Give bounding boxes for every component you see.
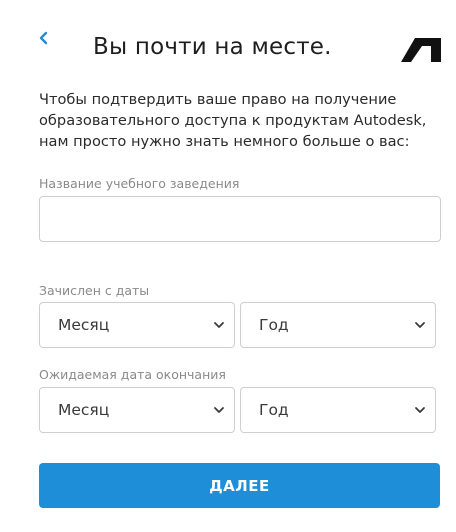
intro-text: Чтобы подтвердить ваше право на получени…: [39, 89, 439, 152]
chevron-down-icon: [415, 322, 425, 328]
chevron-down-icon: [214, 322, 224, 328]
back-button[interactable]: [35, 28, 55, 50]
enrolled-month-select[interactable]: Месяц: [39, 302, 235, 348]
graduation-month-value: Месяц: [58, 401, 110, 419]
chevron-left-icon: [39, 31, 48, 45]
enrolled-year-select[interactable]: Год: [240, 302, 436, 348]
chevron-down-icon: [214, 407, 224, 413]
intro-line: Чтобы подтвердить ваше право на получени…: [39, 91, 397, 108]
enrolled-date-label: Зачислен с даты: [39, 283, 150, 298]
intro-line: нам просто нужно знать немного больше о …: [39, 133, 410, 150]
next-button[interactable]: ДАЛЕЕ: [39, 463, 440, 508]
graduation-year-select[interactable]: Год: [240, 387, 436, 433]
page-title: Вы почти на месте.: [93, 34, 332, 60]
graduation-month-select[interactable]: Месяц: [39, 387, 235, 433]
graduation-date-label: Ожидаемая дата окончания: [39, 367, 226, 382]
enrolled-year-value: Год: [259, 316, 289, 334]
enrolled-month-value: Месяц: [58, 316, 110, 334]
school-name-label: Название учебного заведения: [39, 176, 240, 191]
intro-line: образовательного доступа к продуктам Aut…: [39, 112, 427, 129]
chevron-down-icon: [415, 407, 425, 413]
graduation-year-value: Год: [259, 401, 289, 419]
autodesk-logo-icon: [401, 38, 441, 62]
school-name-input[interactable]: [39, 196, 441, 242]
